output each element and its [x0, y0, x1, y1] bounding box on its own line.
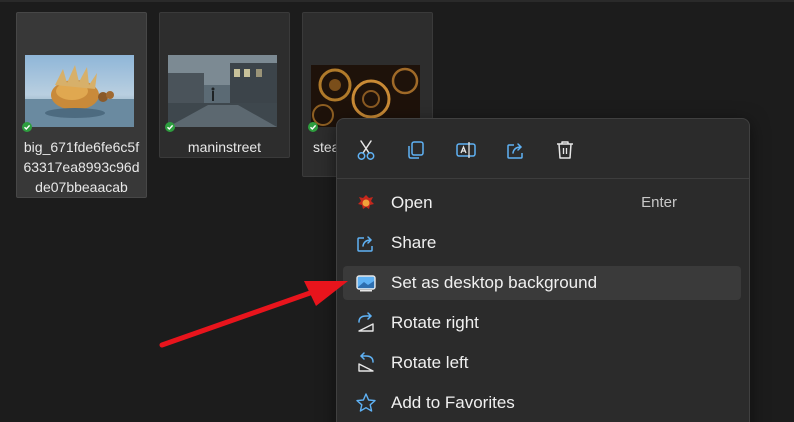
share-icon	[507, 143, 523, 159]
thumbnail-street-scene	[168, 55, 277, 127]
rename-button[interactable]	[450, 134, 482, 166]
menu-item-add-to-favorites[interactable]: Add to Favorites	[343, 386, 741, 420]
share-button[interactable]	[500, 134, 532, 166]
share-icon	[355, 232, 377, 254]
rotate-right-icon	[355, 312, 377, 334]
context-menu-toolbar	[337, 119, 749, 179]
file-tile-maninstreet[interactable]: maninstreet	[159, 12, 290, 158]
menu-item-rotate-right[interactable]: Rotate right	[343, 306, 741, 340]
delete-button[interactable]	[549, 134, 581, 166]
file-explorer-view: big_671fde6fe6c5f63317ea8993c96dde07bbea…	[0, 0, 794, 422]
menu-item-label: Open	[391, 193, 433, 212]
file-name: maninstreet	[187, 139, 262, 155]
copy-icon	[408, 141, 424, 159]
rename-icon	[456, 142, 476, 158]
menu-divider	[337, 178, 749, 179]
menu-item-label: Set as desktop background	[391, 273, 598, 292]
copy-button[interactable]	[400, 134, 432, 166]
file-tile-big-image[interactable]: big_671fde6fe6c5f63317ea8993c96dde07bbea…	[16, 12, 147, 198]
synced-check-icon	[165, 122, 175, 132]
menu-item-label: Share	[391, 233, 437, 252]
scissors-icon	[357, 140, 375, 160]
trash-icon	[557, 141, 573, 159]
synced-check-icon	[22, 122, 32, 132]
menu-item-share[interactable]: Share	[343, 226, 741, 260]
desktop-background-icon	[355, 272, 377, 294]
file-name: big_671fde6fe6c5f63317ea8993c96dde07bbea…	[23, 139, 140, 195]
app-open-icon	[355, 192, 377, 214]
menu-item-label: Rotate right	[391, 313, 479, 332]
menu-item-label: Rotate left	[391, 353, 469, 372]
rotate-left-icon	[355, 352, 377, 374]
cut-button[interactable]	[350, 134, 382, 166]
menu-item-set-desktop-background[interactable]: Set as desktop background	[343, 266, 741, 300]
menu-item-label: Add to Favorites	[391, 393, 515, 412]
menu-item-shortcut: Enter	[641, 194, 677, 211]
top-divider	[0, 0, 794, 2]
thumbnail-fantasy-creature	[25, 55, 134, 127]
menu-item-open[interactable]: Open Enter	[343, 186, 741, 220]
star-icon	[355, 392, 377, 414]
context-menu: Open Enter Share Set as desktop backgrou…	[336, 118, 750, 422]
synced-check-icon	[308, 122, 318, 132]
menu-item-rotate-left[interactable]: Rotate left	[343, 346, 741, 380]
